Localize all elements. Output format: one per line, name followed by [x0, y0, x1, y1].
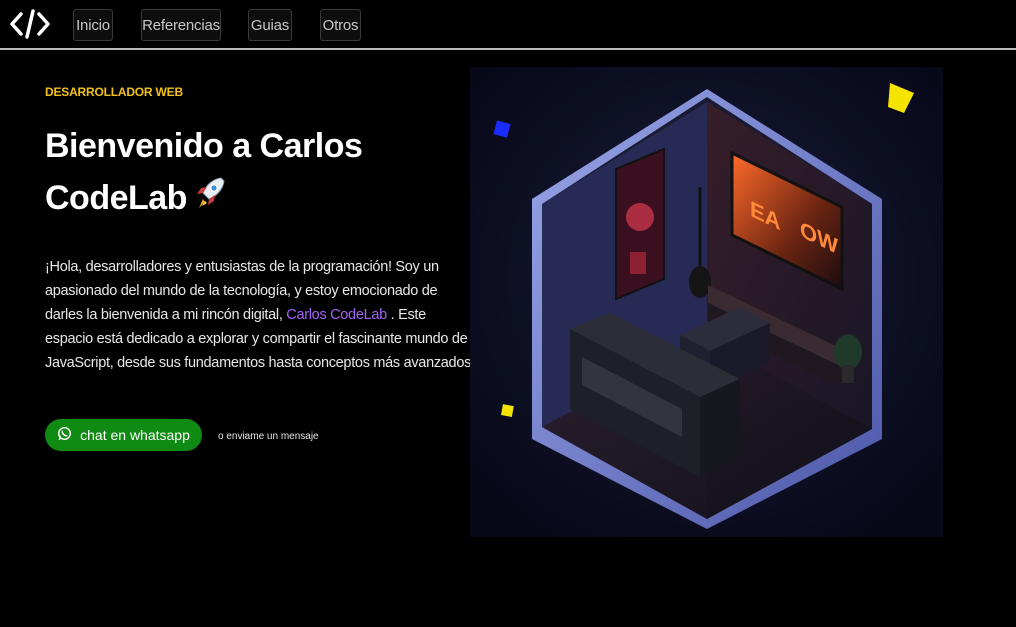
nav-item-referencias[interactable]: Referencias [141, 9, 221, 41]
hero-eyebrow: DESARROLLADOR WEB [45, 85, 183, 99]
nav-item-guias[interactable]: Guias [248, 9, 292, 41]
whatsapp-chat-button[interactable]: chat en whatsapp [45, 419, 202, 451]
isometric-room-illustration: EA OW [470, 67, 943, 537]
navbar: Inicio Referencias Guias Otros [0, 0, 1016, 50]
hero-intro: ¡Hola, desarrolladores y entusiastas de … [45, 255, 475, 375]
hero-title: Bienvenido a Carlos CodeLab [45, 120, 425, 226]
nav-item-inicio[interactable]: Inicio [73, 9, 113, 41]
send-message-link[interactable]: o enviame un mensaje [218, 431, 319, 442]
code-brackets-icon[interactable] [10, 8, 50, 40]
whatsapp-icon [57, 426, 72, 444]
carlos-codelab-link[interactable]: Carlos CodeLab [286, 307, 387, 323]
nav-item-otros[interactable]: Otros [320, 9, 361, 41]
rocket-icon [193, 174, 227, 226]
whatsapp-button-label: chat en whatsapp [80, 427, 190, 443]
